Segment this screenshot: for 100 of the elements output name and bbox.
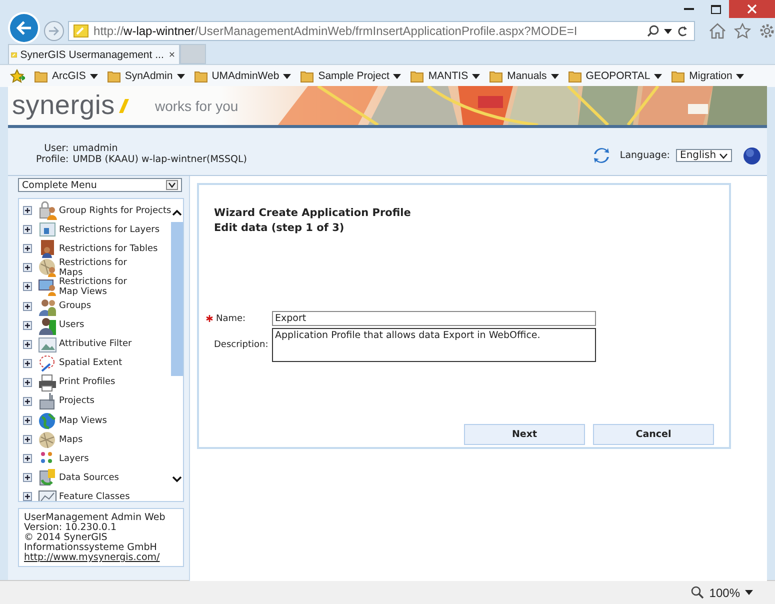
menu-item[interactable]: Maps bbox=[59, 434, 83, 445]
book-person-icon bbox=[38, 239, 57, 258]
search-icon[interactable] bbox=[647, 25, 659, 37]
person-icon bbox=[38, 316, 57, 335]
address-bar[interactable]: http://w-lap-wintner/UserManagementAdminWeb/frmInsertApplicationProfile.aspx?MODE=I bbox=[68, 21, 695, 41]
folder-icon bbox=[106, 69, 121, 83]
expand-icon[interactable] bbox=[23, 396, 32, 406]
expand-icon[interactable] bbox=[23, 302, 32, 311]
info-value: UMDB (KAAU) w-lap-wintner(MSSQL) bbox=[72, 154, 247, 164]
wizard-title: Wizard Create Application Profile bbox=[214, 206, 412, 221]
menu-item[interactable]: Map Views bbox=[59, 416, 107, 426]
wizard-button[interactable]: Cancel bbox=[593, 424, 714, 445]
expand-icon[interactable] bbox=[23, 454, 32, 464]
back-button[interactable] bbox=[8, 12, 40, 44]
favorites-folder[interactable]: SynAdmin bbox=[106, 69, 185, 83]
name-field[interactable]: Export bbox=[272, 311, 596, 326]
field-label: Name: bbox=[216, 314, 246, 324]
menu-item[interactable]: Data Sources bbox=[59, 472, 119, 483]
refresh-icon[interactable] bbox=[592, 147, 610, 164]
info-label: Profile: bbox=[36, 154, 69, 164]
url-text: http://w-lap-wintner/UserManagementAdminWeb/frmInsertApplicationProfile.aspx?MODE=I bbox=[94, 24, 578, 38]
arrow-left-icon bbox=[16, 21, 32, 35]
menu-item[interactable]: Projects bbox=[59, 396, 94, 406]
description-field[interactable]: Application Profile that allows data Export in WebOffice. bbox=[272, 328, 596, 362]
caret-icon bbox=[664, 28, 672, 34]
maximize-icon[interactable] bbox=[710, 4, 720, 14]
expand-icon[interactable] bbox=[23, 225, 32, 234]
expand-icon[interactable] bbox=[23, 358, 32, 368]
menu-item[interactable]: Feature Classes bbox=[59, 492, 130, 501]
close-tab-button[interactable]: × bbox=[166, 48, 177, 60]
favorites-folder[interactable]: UMAdminWeb bbox=[194, 69, 292, 83]
star-icon[interactable] bbox=[734, 23, 751, 39]
language-select[interactable]: English bbox=[676, 149, 732, 162]
expand-icon[interactable] bbox=[23, 206, 32, 216]
expand-icon[interactable] bbox=[23, 473, 32, 482]
zoom-level[interactable]: 100% bbox=[709, 586, 740, 600]
about-text: Informationssysteme GmbH bbox=[24, 543, 157, 553]
menu-item[interactable]: Restrictions for Map Views bbox=[59, 276, 127, 297]
wizard-button[interactable]: Next bbox=[464, 424, 585, 445]
menu-item[interactable]: Groups bbox=[59, 301, 92, 312]
page-icon bbox=[72, 24, 89, 38]
scrollbar-thumb[interactable] bbox=[171, 222, 183, 376]
scroll-down-icon[interactable] bbox=[172, 476, 182, 483]
logo-mark-icon bbox=[118, 98, 129, 114]
folder-icon bbox=[194, 69, 208, 83]
expand-icon[interactable] bbox=[23, 340, 32, 349]
expand-icon[interactable] bbox=[23, 416, 32, 426]
browser-tab[interactable]: SynerGIS Usermanagement ... × bbox=[8, 44, 180, 64]
expand-icon[interactable] bbox=[23, 378, 32, 387]
slogan: works for you bbox=[154, 98, 238, 114]
favorites-folder[interactable]: Sample Project bbox=[300, 69, 402, 83]
menu-item[interactable]: Restrictions for Tables bbox=[59, 244, 158, 254]
favorites-folder[interactable]: Manuals bbox=[489, 69, 559, 83]
folder-icon bbox=[34, 69, 48, 83]
caret-icon bbox=[550, 74, 559, 78]
caret-icon bbox=[745, 590, 753, 595]
about-text: © 2014 SynerGIS bbox=[24, 533, 108, 543]
menu-select[interactable]: Complete Menu bbox=[18, 178, 182, 192]
menu-item[interactable]: Attributive Filter bbox=[59, 339, 132, 350]
database-icon bbox=[38, 468, 57, 488]
scroll-up-icon[interactable] bbox=[172, 209, 182, 216]
about-text: Version: 10.230.0.1 bbox=[24, 523, 118, 533]
map-icon bbox=[38, 430, 57, 450]
menu-item[interactable]: Spatial Extent bbox=[59, 358, 122, 368]
menu-item[interactable]: Restrictions for Layers bbox=[59, 224, 160, 235]
arrow-right-icon bbox=[48, 26, 60, 36]
menu-item[interactable]: Group Rights for Projects bbox=[59, 206, 172, 216]
folder-icon bbox=[300, 69, 314, 83]
favorites-folder[interactable]: ArcGIS bbox=[34, 69, 98, 83]
favorites-folder[interactable]: GEOPORTAL bbox=[568, 69, 662, 83]
home-icon[interactable] bbox=[709, 23, 726, 39]
menu-item[interactable]: Print Profiles bbox=[59, 377, 116, 388]
caret-icon bbox=[283, 74, 292, 78]
folder-icon bbox=[410, 69, 424, 83]
menu-item[interactable]: Restrictions for Maps bbox=[59, 258, 127, 278]
chevron-icon bbox=[719, 152, 728, 158]
settings-icon[interactable] bbox=[759, 23, 775, 39]
zoom-icon[interactable] bbox=[691, 586, 704, 599]
expand-icon[interactable] bbox=[23, 492, 32, 501]
people-icon bbox=[38, 296, 57, 316]
website-link[interactable]: http://www.mysynergis.com/ bbox=[24, 552, 160, 563]
favorites-folder[interactable]: MANTIS bbox=[410, 69, 480, 83]
menu-item[interactable]: Layers bbox=[59, 454, 89, 464]
map-person-icon bbox=[38, 258, 57, 278]
expand-icon[interactable] bbox=[23, 435, 32, 444]
favorites-icon[interactable] bbox=[10, 69, 25, 83]
expand-icon[interactable] bbox=[23, 282, 32, 292]
refresh-icon[interactable] bbox=[677, 25, 688, 37]
favorites-folder[interactable]: Migration bbox=[671, 69, 744, 83]
globe-icon bbox=[38, 411, 57, 430]
menu-item[interactable]: Users bbox=[59, 320, 84, 330]
minimize-icon[interactable] bbox=[684, 8, 694, 10]
close-icon[interactable] bbox=[747, 4, 757, 14]
folder-icon bbox=[671, 69, 686, 83]
expand-icon[interactable] bbox=[23, 263, 32, 272]
lock-person-icon bbox=[38, 201, 57, 220]
about-text: UserManagement Admin Web bbox=[24, 513, 166, 523]
expand-icon[interactable] bbox=[23, 244, 32, 254]
info-label: User: bbox=[43, 142, 69, 154]
expand-icon[interactable] bbox=[23, 320, 32, 330]
